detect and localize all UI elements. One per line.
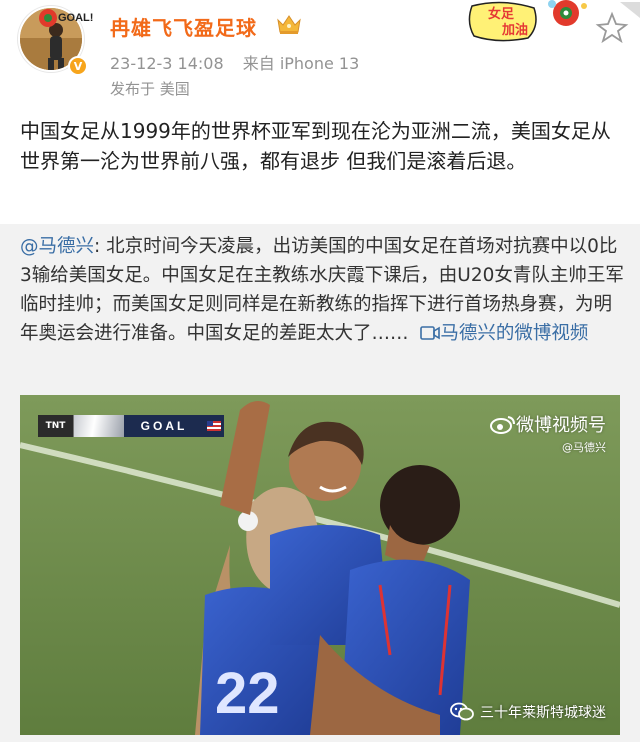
video-link[interactable]: 马德兴的微博视频 bbox=[414, 323, 588, 344]
watermark-sub: @马德兴 bbox=[562, 441, 606, 454]
post-source: 来自 iPhone 13 bbox=[242, 54, 360, 73]
flower-icon bbox=[39, 9, 57, 27]
repost-text: @马德兴: 北京时间今天凌晨，出访美国的中国女足在首场对抗赛中以0比3输给美国女… bbox=[20, 232, 626, 348]
cheer-sticker: 女足 加油 bbox=[462, 0, 640, 46]
wechat-icon bbox=[450, 702, 474, 721]
sticker-line2: 加油 bbox=[501, 22, 528, 38]
overlay-stripe bbox=[74, 415, 124, 437]
weibo-watermark: 微博视频号 @马德兴 bbox=[490, 411, 606, 455]
sticker-line1: 女足 bbox=[488, 6, 515, 22]
video-link-label: 马德兴的微博视频 bbox=[440, 323, 589, 344]
score-overlay: TNT GOAL bbox=[38, 415, 224, 437]
jersey-number: 22 bbox=[215, 661, 280, 726]
account-watermark: 三十年莱斯特城球迷 bbox=[450, 694, 640, 730]
account-name: 三十年莱斯特城球迷 bbox=[480, 705, 606, 721]
crown-icon bbox=[277, 15, 301, 34]
video-player[interactable]: 22 TNT GOAL 微博视频号 @马德兴 bbox=[20, 395, 620, 735]
avatar[interactable]: GOAL! V bbox=[18, 6, 94, 78]
post-date: 23-12-3 14:08 bbox=[110, 54, 224, 73]
post-header: GOAL! V 冉雄飞飞盈足球 23-12-3 14:08 来自 iPhone … bbox=[0, 0, 640, 108]
video-icon bbox=[420, 326, 441, 340]
weibo-logo-icon bbox=[490, 416, 515, 434]
repost-mention[interactable]: @马德兴 bbox=[20, 236, 94, 257]
avatar-goal-tag: GOAL! bbox=[58, 12, 94, 24]
goal-label: GOAL bbox=[124, 415, 204, 437]
watermark-title: 微博视频号 bbox=[516, 415, 606, 436]
post-text: 中国女足从1999年的世界杯亚军到现在沦为亚洲二流，美国女足从世界第一沦为世界前… bbox=[20, 119, 611, 173]
verified-badge-icon: V bbox=[68, 56, 88, 76]
post-meta: 23-12-3 14:08 来自 iPhone 13 bbox=[110, 50, 373, 74]
username[interactable]: 冉雄飞飞盈足球 bbox=[110, 12, 257, 41]
repost-card[interactable]: @马德兴: 北京时间今天凌晨，出访美国的中国女足在首场对抗赛中以0比3输给美国女… bbox=[0, 224, 640, 742]
us-flag-icon bbox=[204, 415, 224, 437]
post-location: 发布于 美国 bbox=[110, 80, 190, 98]
channel-logo: TNT bbox=[38, 415, 74, 437]
